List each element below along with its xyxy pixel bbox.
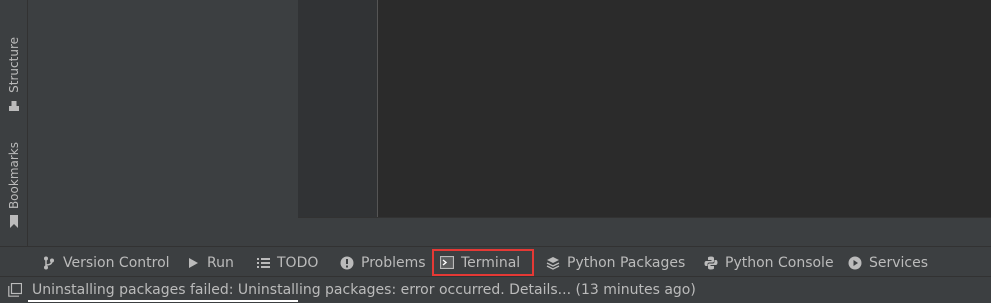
editor-scrollbar-area[interactable] — [298, 217, 991, 247]
tab-todo[interactable]: TODO — [250, 249, 324, 276]
terminal-icon — [440, 256, 454, 270]
bookmarks-tab[interactable]: Bookmarks — [0, 140, 27, 232]
tab-label: Terminal — [461, 254, 521, 271]
tab-services[interactable]: Services — [842, 249, 934, 276]
tab-python-packages[interactable]: Python Packages — [540, 249, 691, 276]
left-tool-strip: Structure Bookmarks — [0, 0, 28, 246]
todo-icon — [256, 256, 270, 270]
services-icon — [848, 256, 862, 270]
bookmarks-tab-label: Bookmarks — [6, 141, 21, 209]
structure-tab-label: Structure — [6, 37, 21, 93]
problems-icon — [340, 256, 354, 270]
run-icon — [186, 256, 200, 270]
tab-label: Python Packages — [567, 254, 686, 271]
status-bar: Uninstalling packages failed: Uninstalli… — [0, 276, 991, 303]
tab-python-console[interactable]: Python Console — [698, 249, 840, 276]
bookmark-icon — [9, 213, 19, 232]
tab-label: Python Console — [725, 254, 834, 271]
tab-label: Run — [207, 254, 234, 271]
version-control-icon — [42, 256, 56, 270]
status-message[interactable]: Uninstalling packages failed: Uninstalli… — [32, 282, 696, 298]
editor-area[interactable] — [298, 0, 991, 217]
tab-label: Services — [869, 254, 929, 271]
tab-problems[interactable]: Problems — [334, 249, 432, 276]
tool-window-bar: Version Control Run TODO Problems Termin… — [0, 246, 991, 277]
structure-icon — [8, 97, 20, 116]
tab-version-control[interactable]: Version Control — [36, 249, 176, 276]
tab-terminal[interactable]: Terminal — [432, 249, 534, 276]
tab-label: Version Control — [63, 254, 170, 271]
editor-gutter — [298, 0, 378, 217]
tab-label: Problems — [361, 254, 426, 271]
toggle-tool-windows-icon[interactable] — [8, 283, 22, 297]
python-packages-icon — [546, 256, 560, 270]
project-panel[interactable] — [28, 0, 298, 246]
structure-tab[interactable]: Structure — [0, 34, 27, 116]
tab-label: TODO — [277, 254, 319, 271]
python-console-icon — [704, 256, 718, 270]
tab-run[interactable]: Run — [180, 249, 240, 276]
